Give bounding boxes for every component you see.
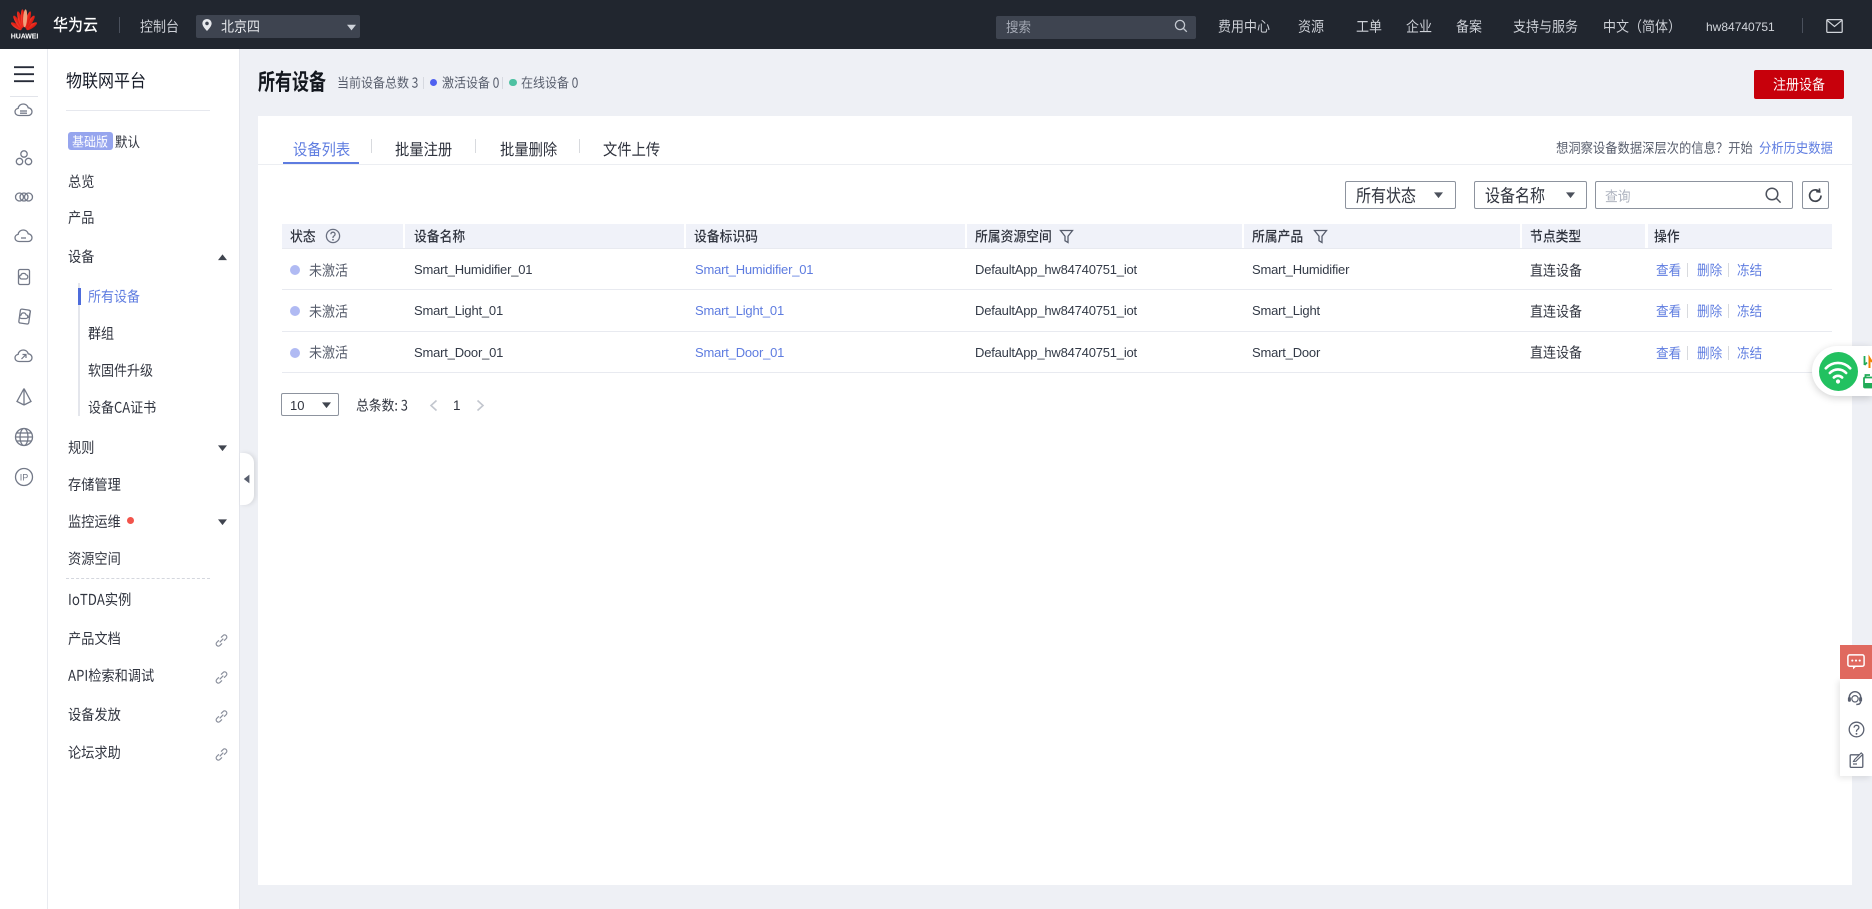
svg-text:IP: IP [20,473,29,483]
svg-text:HUAWEI: HUAWEI [11,34,38,41]
